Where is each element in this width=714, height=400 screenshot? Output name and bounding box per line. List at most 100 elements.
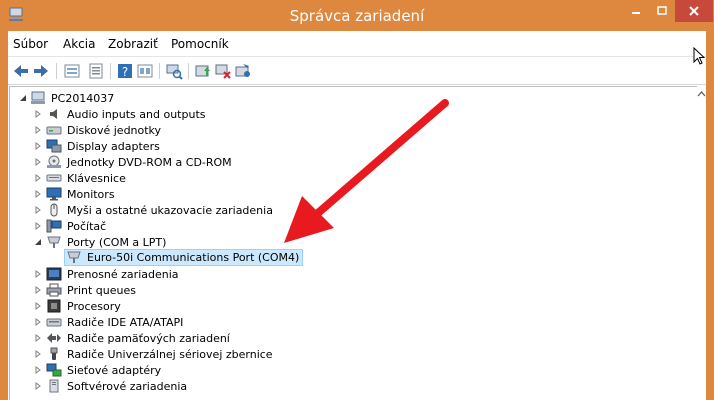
selection-highlight[interactable]: Euro-50i Communications Port (COM4)	[64, 248, 304, 266]
scroll-up-icon[interactable]	[697, 90, 706, 99]
tree-item-label: Jednotky DVD-ROM a CD-ROM	[67, 155, 232, 169]
expand-arrow-icon[interactable]	[34, 190, 42, 198]
processor-icon	[47, 299, 61, 313]
tree-item-print-queues[interactable]: Print queues	[34, 282, 136, 298]
tree-item-mice[interactable]: Myši a ostatné ukazovacie zariadenia	[34, 202, 273, 218]
expand-arrow-icon[interactable]	[34, 286, 42, 294]
tree-item-ide-controllers[interactable]: Radiče IDE ATA/ATAPI	[34, 314, 183, 330]
tree-item-processors[interactable]: Procesory	[34, 298, 121, 314]
uninstall-device-icon[interactable]	[234, 62, 252, 80]
computer-icon	[46, 219, 62, 233]
expand-arrow-icon[interactable]	[34, 158, 42, 166]
menu-zobrazit[interactable]: Zobraziť	[108, 37, 158, 51]
usb-icon	[50, 347, 58, 360]
disable-device-icon[interactable]	[214, 62, 232, 80]
portable-device-icon	[46, 267, 62, 281]
update-driver-icon[interactable]	[194, 62, 212, 80]
tree-item-label: Print queues	[67, 283, 136, 297]
tree-root[interactable]: PC2014037	[19, 90, 114, 106]
expand-arrow-icon[interactable]	[34, 142, 42, 150]
tree-item-label: Diskové jednotky	[67, 123, 162, 137]
expand-arrow-icon[interactable]	[34, 334, 42, 342]
mouse-cursor-icon	[693, 47, 706, 65]
tree-item-portable-devices[interactable]: Prenosné zariadenia	[34, 266, 179, 282]
window-frame-right	[706, 31, 714, 400]
tree-item-audio[interactable]: Audio inputs and outputs	[34, 106, 206, 122]
tree-item-label: Euro-50i Communications Port (COM4)	[87, 250, 300, 264]
close-button[interactable]	[675, 0, 713, 22]
port-icon	[67, 251, 81, 263]
forward-icon[interactable]	[32, 62, 50, 80]
maximize-button[interactable]	[649, 0, 675, 22]
tree-item-com4-port[interactable]: Euro-50i Communications Port (COM4)	[64, 248, 304, 266]
tree-item-label: Počítač	[67, 219, 107, 233]
software-device-icon	[49, 379, 59, 393]
expand-arrow-icon[interactable]	[34, 382, 42, 390]
tree-item-label: Procesory	[67, 299, 121, 313]
tree-item-usb-controllers[interactable]: Radiče Univerzálnej sériovej zbernice	[34, 346, 273, 362]
tree-item-dvd-drives[interactable]: Jednotky DVD-ROM a CD-ROM	[34, 154, 232, 170]
tree-item-label: Myši a ostatné ukazovacie zariadenia	[67, 203, 273, 217]
port-icon	[47, 236, 61, 248]
svg-text:?: ?	[122, 65, 128, 79]
tree-item-label: Radiče IDE ATA/ATAPI	[67, 315, 184, 329]
expand-arrow-icon[interactable]	[34, 222, 42, 230]
tree-item-monitors[interactable]: Monitors	[34, 186, 115, 202]
minimize-button[interactable]	[623, 0, 649, 22]
window-frame-left	[0, 31, 8, 400]
toolbar-separator	[188, 63, 189, 79]
network-adapter-icon	[46, 363, 62, 377]
menu-pomocnik[interactable]: Pomocník	[171, 37, 229, 51]
menu-subor[interactable]: Súbor	[13, 37, 48, 51]
tree-item-display-adapters[interactable]: Display adapters	[34, 138, 160, 154]
expand-arrow-icon[interactable]	[34, 206, 42, 214]
tree-item-label: Display adapters	[67, 139, 160, 153]
properties-icon[interactable]	[87, 62, 105, 80]
expand-arrow-icon[interactable]	[34, 318, 42, 326]
tree-item-storage-controllers[interactable]: Radiče pamäťových zariadení	[34, 330, 230, 346]
tree-item-label: Porty (COM a LPT)	[67, 235, 167, 249]
computer-icon	[31, 91, 45, 104]
tree-view-icon[interactable]	[63, 62, 81, 80]
mouse-icon	[50, 203, 58, 217]
dvd-drive-icon	[47, 155, 61, 168]
keyboard-icon	[46, 174, 62, 182]
speaker-icon	[50, 109, 57, 119]
toolbar-separator	[56, 63, 57, 79]
toolbar-separator	[110, 63, 111, 79]
vertical-scrollbar[interactable]	[697, 86, 706, 400]
tree-root-label: PC2014037	[51, 91, 115, 105]
menu-akcia[interactable]: Akcia	[63, 37, 95, 51]
tree-item-keyboards[interactable]: Klávesnice	[34, 170, 126, 186]
expand-arrow-icon[interactable]	[34, 270, 42, 278]
device-tree[interactable]: PC2014037 Audio inputs and outputs Disko…	[9, 86, 697, 400]
collapse-arrow-icon[interactable]	[34, 238, 42, 246]
close-icon	[689, 6, 699, 16]
tree-item-software-devices[interactable]: Softvérové zariadenia	[34, 378, 187, 394]
tree-item-label: Prenosné zariadenia	[67, 267, 179, 281]
expand-arrow-icon[interactable]	[34, 126, 42, 134]
toolbar: ?	[8, 57, 706, 85]
tree-item-label: Radiče pamäťových zariadení	[67, 331, 230, 345]
tree-item-disk-drives[interactable]: Diskové jednotky	[34, 122, 161, 138]
tree-item-computer[interactable]: Počítač	[34, 218, 106, 234]
expand-arrow-icon[interactable]	[34, 350, 42, 358]
help-icon[interactable]: ?	[116, 62, 134, 80]
expand-arrow-icon[interactable]	[34, 366, 42, 374]
collapse-arrow-icon[interactable]	[19, 94, 27, 102]
title-bar: Správca zariadení	[0, 0, 714, 31]
disk-drive-icon	[46, 126, 62, 135]
view-icon[interactable]	[136, 62, 154, 80]
expand-arrow-icon[interactable]	[34, 174, 42, 182]
back-icon[interactable]	[12, 62, 30, 80]
expand-arrow-icon[interactable]	[34, 302, 42, 310]
tree-item-label: Audio inputs and outputs	[67, 107, 206, 121]
scan-hardware-icon[interactable]	[165, 62, 183, 80]
printer-icon	[46, 283, 62, 297]
expand-arrow-icon[interactable]	[34, 110, 42, 118]
window-title: Správca zariadení	[289, 7, 425, 25]
display-adapter-icon	[46, 139, 62, 153]
tree-item-label: Sieťové adaptéry	[67, 363, 162, 377]
storage-controller-icon	[47, 333, 61, 343]
tree-item-network-adapters[interactable]: Sieťové adaptéry	[34, 362, 161, 378]
